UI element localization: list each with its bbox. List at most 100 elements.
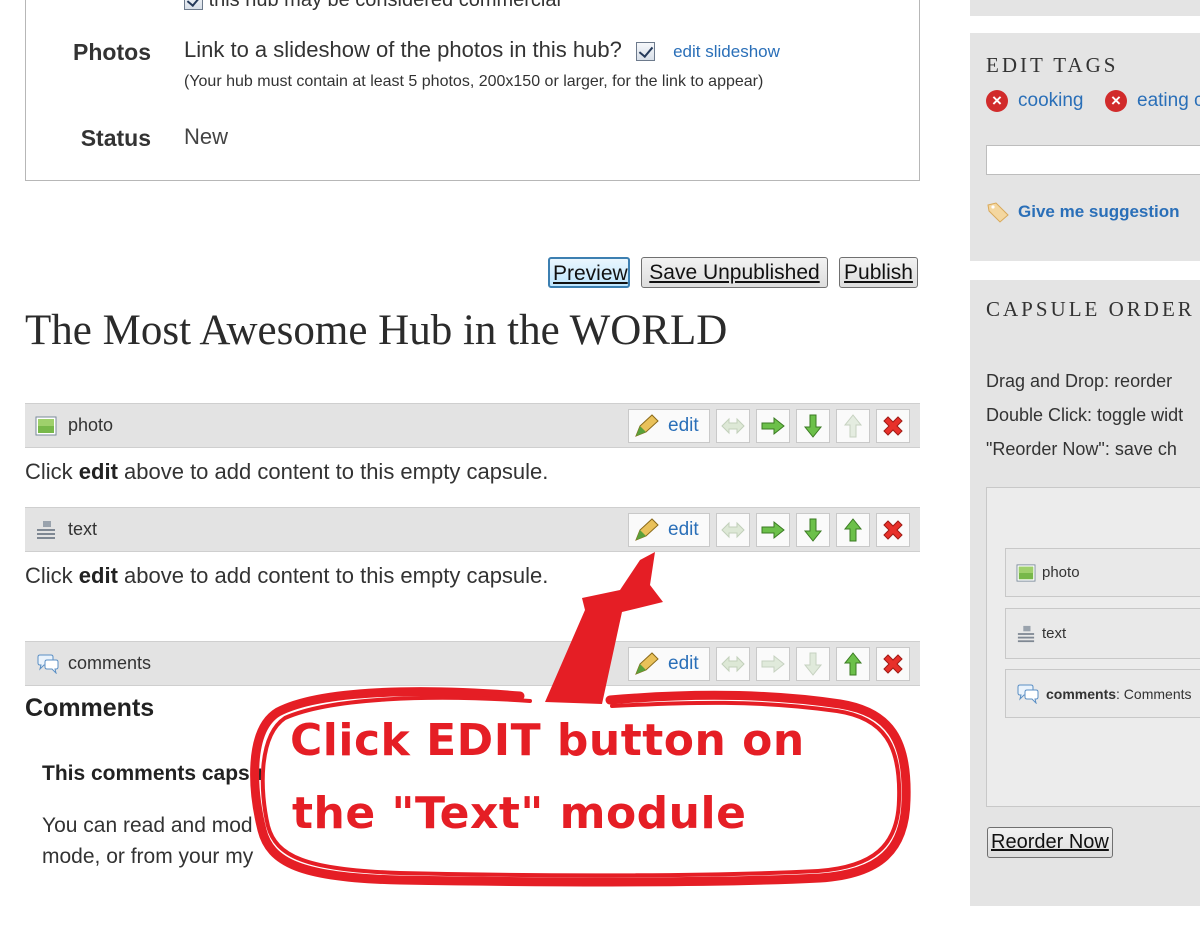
edit-tags-title: EDIT TAGS (986, 53, 1119, 77)
order-item-label: photo (1042, 564, 1080, 581)
slideshow-checkbox[interactable] (635, 41, 655, 61)
move-down-button[interactable] (796, 647, 830, 681)
capsule-tools-comments: edit (628, 647, 910, 681)
arrow-up-icon (843, 518, 863, 542)
delete-x-icon (883, 520, 903, 540)
width-arrows-icon (721, 521, 745, 539)
order-item-comments[interactable]: comments: Comments (1005, 669, 1200, 718)
order-item-label: text (1042, 625, 1067, 642)
give-suggestion-link[interactable]: Give me suggestion (1018, 202, 1180, 222)
capsule-bar-photo[interactable]: photo edit (25, 403, 920, 448)
instruction-line: "Reorder Now": save ch (986, 439, 1177, 459)
order-item-label: comments (1046, 685, 1117, 702)
arrow-down-icon (803, 518, 823, 542)
instruction-line: Drag and Drop: reorder (986, 371, 1173, 391)
tag-item[interactable]: × cooking (986, 90, 1084, 112)
arrow-up-icon (843, 652, 863, 676)
move-right-button[interactable] (756, 647, 790, 681)
capsule-edit-button[interactable]: edit (628, 647, 710, 681)
publish-button[interactable]: Publish (839, 257, 918, 288)
preview-button[interactable]: Preview (548, 257, 630, 288)
delete-capsule-button[interactable] (876, 513, 910, 547)
tag-item[interactable]: × eating c (1105, 90, 1200, 112)
comments-text-line: mode, or from your my (42, 845, 254, 868)
photos-label: Photos (73, 39, 151, 65)
move-right-button[interactable] (756, 513, 790, 547)
remove-tag-icon[interactable]: × (986, 90, 1008, 112)
capsule-edit-label: edit (668, 519, 699, 540)
annotation-text-line2: the "Text" module (292, 788, 747, 839)
comments-text-line: You can read and mod (42, 814, 253, 837)
instruction-line: Double Click: toggle widt (986, 405, 1184, 425)
pencil-icon (635, 652, 659, 675)
move-right-button[interactable] (756, 409, 790, 443)
text-lines-icon (37, 521, 55, 539)
capsule-empty-note-text: Click edit above to add content to this … (25, 563, 548, 589)
order-item-text[interactable]: text (1005, 608, 1200, 659)
note-text: above to add content to this empty capsu… (117, 459, 549, 484)
capsule-edit-label: edit (668, 415, 699, 436)
photos-option-text: Link to a slideshow of the photos in thi… (184, 37, 622, 62)
comments-subheading: This comments capsu (42, 762, 263, 785)
status-value: New (184, 124, 229, 149)
capsule-bar-comments[interactable]: comments edit (25, 641, 920, 686)
move-up-button[interactable] (836, 647, 870, 681)
save-unpublished-button[interactable]: Save Unpublished (641, 257, 828, 288)
capsule-edit-button[interactable]: edit (628, 409, 710, 443)
tag-label: eating c (1137, 90, 1200, 111)
photos-option: Link to a slideshow of the photos in thi… (184, 37, 780, 63)
arrow-right-icon (761, 520, 785, 540)
note-text: Click (25, 563, 79, 588)
remove-tag-icon[interactable]: × (1105, 90, 1127, 112)
move-up-button[interactable] (836, 409, 870, 443)
capsule-empty-note-photo: Click edit above to add content to this … (25, 459, 548, 485)
note-bold: edit (78, 563, 118, 588)
hub-settings-panel: this hub may be considered commercial Ph… (25, 0, 920, 181)
hub-title: The Most Awesome Hub in the WORLD (25, 307, 728, 354)
capsule-edit-label: edit (668, 653, 699, 674)
commercial-checkbox[interactable] (184, 0, 203, 11)
note-text: Click (25, 459, 79, 484)
capsule-edit-button[interactable]: edit (628, 513, 710, 547)
reorder-now-button[interactable]: Reorder Now (987, 827, 1113, 858)
photo-icon (35, 416, 57, 436)
speech-bubble-icon (1017, 684, 1039, 704)
tag-input[interactable] (986, 145, 1200, 175)
delete-x-icon (883, 416, 903, 436)
width-arrows-icon (721, 655, 745, 673)
move-up-button[interactable] (836, 513, 870, 547)
photo-icon (1016, 563, 1036, 582)
tag-suggestion-row[interactable]: Give me suggestion (986, 201, 1180, 223)
capsule-name-comments: comments (68, 653, 152, 673)
move-down-button[interactable] (796, 513, 830, 547)
pencil-icon (635, 414, 659, 437)
delete-capsule-button[interactable] (876, 409, 910, 443)
order-item-extra: : Comments (1116, 685, 1192, 702)
sidebar-panel-top (970, 0, 1200, 16)
width-arrows-icon (721, 417, 745, 435)
capsule-name-text: text (68, 519, 98, 539)
note-text: above to add content to this empty capsu… (117, 563, 549, 588)
arrow-right-icon (761, 654, 785, 674)
photos-note: (Your hub must contain at least 5 photos… (184, 73, 764, 90)
arrow-up-icon (843, 414, 863, 438)
edit-slideshow-link[interactable]: edit slideshow (673, 42, 780, 61)
capsule-bar-text[interactable]: text edit (25, 507, 920, 552)
toggle-width-button[interactable] (716, 409, 750, 443)
comments-heading: Comments (25, 694, 155, 722)
pencil-icon (635, 518, 659, 541)
status-label: Status (80, 125, 151, 151)
tag-label: cooking (1018, 90, 1084, 111)
toggle-width-button[interactable] (716, 513, 750, 547)
annotation-text-line1: Click EDIT button on (290, 715, 805, 766)
speech-bubble-icon (37, 654, 59, 674)
note-bold: edit (78, 459, 118, 484)
toggle-width-button[interactable] (716, 647, 750, 681)
capsule-order-title: CAPSULE ORDER (986, 297, 1195, 321)
order-item-photo[interactable]: photo (1005, 548, 1200, 597)
edit-tags-panel: EDIT TAGS × cooking × eating c Give me s… (970, 33, 1200, 261)
move-down-button[interactable] (796, 409, 830, 443)
capsule-name-photo: photo (68, 415, 114, 435)
commercial-link[interactable]: this hub may be considered commercial (209, 0, 561, 11)
delete-capsule-button[interactable] (876, 647, 910, 681)
